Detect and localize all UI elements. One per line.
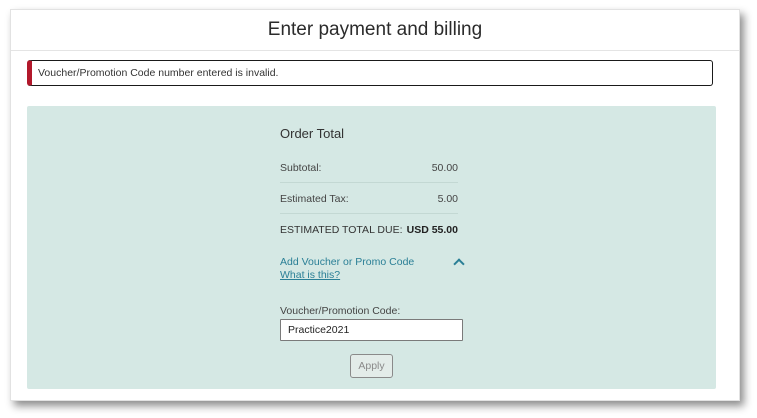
error-alert-message: Voucher/Promotion Code number entered is… [38,67,279,79]
what-is-this-link[interactable]: What is this? [280,269,340,281]
total-label: ESTIMATED TOTAL DUE: [280,224,403,236]
total-value: USD 55.00 [406,224,458,236]
page-title: Enter payment and billing [267,19,483,40]
apply-button[interactable]: Apply [350,354,393,378]
subtotal-row: Subtotal: 50.00 [280,162,458,174]
order-total-title: Order Total [280,126,345,141]
voucher-code-input[interactable] [280,319,463,341]
voucher-toggle[interactable]: Add Voucher or Promo Code [280,256,466,270]
tax-row: Estimated Tax: 5.00 [280,193,458,205]
row-divider [280,213,458,214]
row-divider [280,182,458,183]
order-panel: Order Total Subtotal: 50.00 Estimated Ta… [27,106,716,389]
tax-label: Estimated Tax: [280,193,349,205]
tax-value: 5.00 [437,193,458,205]
total-row: ESTIMATED TOTAL DUE: USD 55.00 [280,224,458,236]
error-alert: Voucher/Promotion Code number entered is… [27,60,713,86]
voucher-field-label: Voucher/Promotion Code: [280,305,401,317]
subtotal-label: Subtotal: [280,162,322,174]
subtotal-value: 50.00 [431,162,458,174]
chevron-up-icon[interactable] [453,257,465,270]
voucher-toggle-label[interactable]: Add Voucher or Promo Code [280,256,414,268]
page-header: Enter payment and billing [11,10,739,51]
payment-window: Enter payment and billing Voucher/Promot… [10,9,740,401]
